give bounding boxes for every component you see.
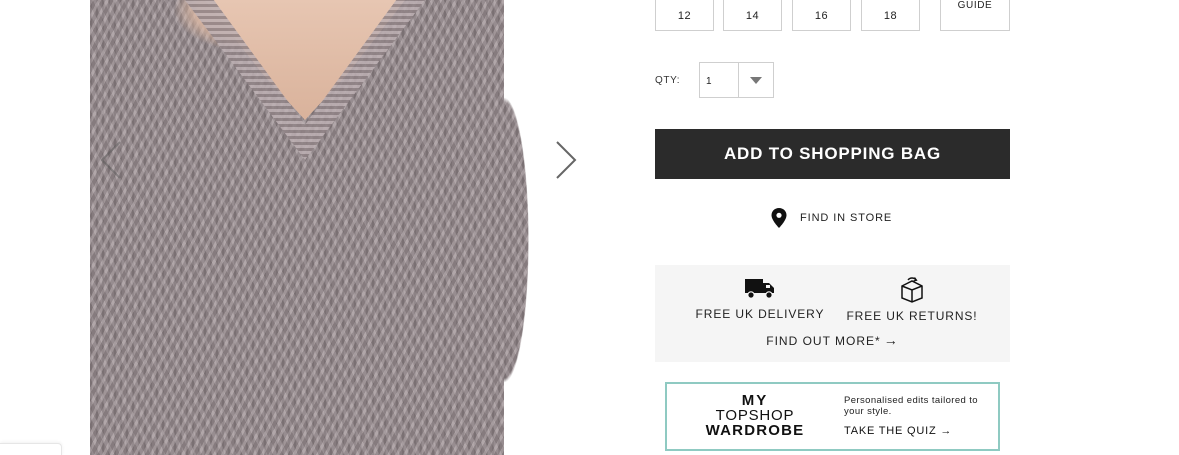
free-delivery-item: FREE UK DELIVERY bbox=[685, 277, 835, 321]
size-option-18[interactable]: 18 bbox=[861, 0, 920, 31]
my-topshop-wardrobe-banner[interactable]: MY TOPSHOP WARDROBE Personalised edits t… bbox=[665, 382, 1000, 451]
size-option-14[interactable]: 14 bbox=[723, 0, 782, 31]
free-returns-item: FREE UK RETURNS! bbox=[837, 277, 987, 323]
wardrobe-copy: Personalised edits tailored to your styl… bbox=[844, 395, 994, 437]
take-the-quiz-link[interactable]: TAKE THE QUIZ → bbox=[844, 425, 994, 437]
find-in-store-label: FIND IN STORE bbox=[800, 212, 893, 224]
chevron-right-icon bbox=[556, 141, 577, 179]
next-image-button[interactable] bbox=[553, 138, 579, 182]
wardrobe-logo-line1: MY bbox=[741, 392, 769, 409]
wardrobe-logo: MY TOPSHOP WARDROBE bbox=[705, 393, 805, 438]
find-out-more-label: FIND OUT MORE* bbox=[766, 334, 881, 348]
size-guide-button[interactable]: GUIDE bbox=[940, 0, 1010, 31]
image-background bbox=[504, 0, 586, 455]
quantity-value: 1 bbox=[706, 76, 712, 87]
bottom-left-tab[interactable] bbox=[0, 443, 62, 455]
return-box-icon bbox=[901, 277, 923, 303]
arrow-right-icon: → bbox=[883, 332, 899, 348]
take-the-quiz-label: TAKE THE QUIZ bbox=[844, 425, 937, 437]
find-out-more-link[interactable]: FIND OUT MORE* → bbox=[655, 332, 1010, 348]
chevron-left-icon bbox=[100, 141, 121, 179]
find-in-store-link[interactable]: FIND IN STORE bbox=[770, 207, 892, 229]
delivery-info-box: FREE UK DELIVERY FREE UK RETURNS! FIND O… bbox=[655, 265, 1010, 362]
quantity-select[interactable]: 1 bbox=[699, 62, 774, 98]
free-returns-label: FREE UK RETURNS! bbox=[846, 309, 978, 323]
wardrobe-logo-line3: WARDROBE bbox=[705, 422, 805, 439]
add-to-bag-button[interactable]: ADD TO SHOPPING BAG bbox=[655, 129, 1010, 179]
arrow-right-icon: → bbox=[940, 425, 953, 437]
map-pin-icon bbox=[771, 208, 787, 228]
size-option-16[interactable]: 16 bbox=[792, 0, 851, 31]
previous-image-button[interactable] bbox=[98, 138, 124, 182]
wardrobe-description: Personalised edits tailored to your styl… bbox=[844, 395, 978, 417]
product-image bbox=[90, 0, 586, 455]
delivery-truck-icon bbox=[745, 279, 774, 299]
free-delivery-label: FREE UK DELIVERY bbox=[695, 307, 825, 321]
qty-label: QTY: bbox=[655, 75, 681, 86]
wardrobe-logo-line2: TOPSHOP bbox=[715, 407, 795, 424]
size-option-12[interactable]: 12 bbox=[655, 0, 714, 31]
caret-down-icon[interactable] bbox=[737, 63, 773, 97]
